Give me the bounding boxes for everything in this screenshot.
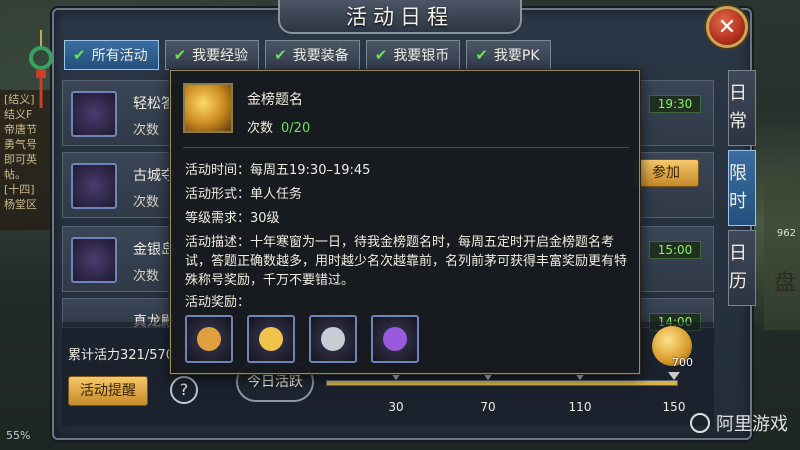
reward-gem [259,327,283,351]
milestone-label: 110 [568,400,592,414]
activity-time: 19:30 [649,95,701,113]
vitality-progress [326,380,678,386]
check-icon: ✔ [73,46,86,64]
tab-all-activities[interactable]: ✔ 所有活动 [64,40,159,70]
side-tab-label: 限时 [729,163,747,212]
remind-button[interactable]: 活动提醒 [68,376,148,406]
tab-label: 所有活动 [91,48,148,64]
side-tab-label: 日历 [729,243,747,292]
close-icon: ✕ [717,14,737,40]
gold-ingot-icon [183,83,233,133]
side-tab-label: 日常 [729,83,747,132]
tooltip-title: 金榜题名 [247,92,303,108]
tab-equipment[interactable]: ✔ 我要装备 [265,40,360,70]
join-button[interactable]: 参加 [633,159,699,187]
side-tab-daily[interactable]: 日常 [728,70,756,146]
reward-gem [197,327,221,351]
quiz-activity-icon [71,91,117,137]
tooltip-count: 次数 0/20 [247,117,310,136]
activity-tooltip: 金榜题名 次数 0/20 活动时间：每周五19:30–19:45 活动形式：单人任… [170,70,640,374]
milestone-label: 30 [388,400,404,414]
count-value: 0/20 [281,121,311,136]
level-requirement: 等级需求：30级 [185,211,280,226]
activity-count: 次数 [133,123,160,138]
tab-label: 我要PK [493,48,540,64]
bottom-percent: 55% [6,429,31,442]
check-icon: ✔ [475,46,488,64]
vitality-total: 累计活力321/570 [68,348,175,363]
help-button[interactable]: ? [170,376,198,404]
tab-pk[interactable]: ✔ 我要PK [466,40,551,70]
milestone-marker [668,372,680,380]
city-activity-icon [71,163,117,209]
reward-label: 活动奖励： [185,295,251,310]
ornament-icon [29,30,53,108]
reward-gem [321,327,345,351]
gold-coin-reward-icon[interactable] [247,315,295,363]
activity-name: 金银岛 [133,242,175,258]
check-icon: ✔ [274,46,287,64]
activity-description: 活动描述：十年寒窗为一日，待我金榜题名时，每周五定时开启金榜题名考试，答题正确数… [185,235,628,288]
watermark-logo-icon [690,413,710,433]
page-title: 活动日程 [278,0,522,34]
activity-count: 次数 [133,269,160,284]
scroll-reward-icon[interactable] [185,315,233,363]
side-tab-limited[interactable]: 限时 [728,150,756,226]
side-scene: 962 盘 [764,170,800,330]
silver-coin-reward-icon[interactable] [309,315,357,363]
watermark-text: 阿里游戏 [716,414,788,435]
close-button[interactable]: ✕ [706,6,748,48]
tab-label: 我要银币 [393,48,450,64]
reward-count: 700 [672,356,693,369]
activity-count: 次数 [133,195,160,210]
divider [183,147,629,148]
tab-experience[interactable]: ✔ 我要经验 [164,40,260,70]
activity-time: 15:00 [649,241,701,259]
milestone-label: 150 [662,400,686,414]
island-activity-icon [71,237,117,283]
side-number: 962 [776,228,796,239]
reward-list [185,315,419,363]
category-tabs: ✔ 所有活动 ✔ 我要经验 ✔ 我要装备 ✔ 我要银币 ✔ 我要PK [64,40,551,70]
book-reward-icon[interactable] [371,315,419,363]
tab-label: 我要经验 [192,48,249,64]
check-icon: ✔ [173,46,187,64]
reward-gem [383,327,407,351]
count-label: 次数 [247,121,274,136]
side-tab-calendar[interactable]: 日历 [728,230,756,306]
milestone-label: 70 [480,400,496,414]
watermark: 阿里游戏 [690,410,788,436]
activity-name: 古城夺 [133,168,175,184]
side-char: 盘 [773,271,796,296]
vitality-progress-fill [327,381,677,385]
activity-name: 轻松答 [133,96,175,112]
activity-time-info: 活动时间：每周五19:30–19:45 [185,163,371,178]
tab-silver[interactable]: ✔ 我要银币 [365,40,461,70]
tab-label: 我要装备 [292,48,349,64]
activity-form-info: 活动形式：单人任务 [185,187,303,202]
check-icon: ✔ [374,46,388,64]
